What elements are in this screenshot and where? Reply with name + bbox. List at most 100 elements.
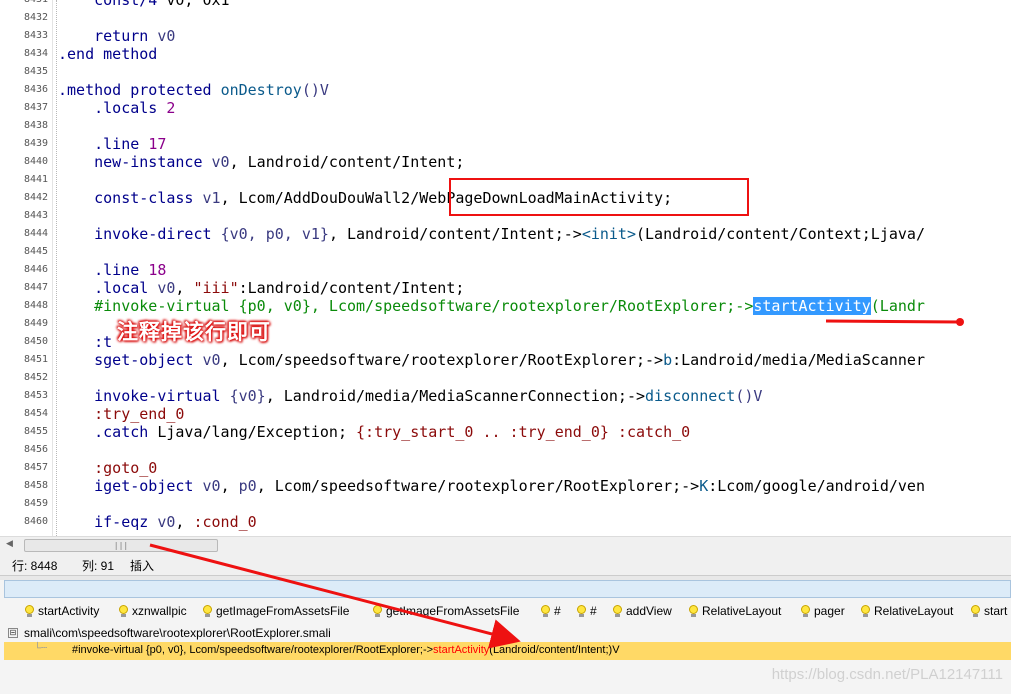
search-tab-label: getImageFromAssetsFile [386,604,520,618]
code-token: .method protected [58,81,221,99]
code-line[interactable]: .method protected onDestroy()V [58,81,329,99]
code-token: v0 [157,279,176,297]
code-token: {:try_start_0 .. :try_end_0} :catch_0 [356,423,691,441]
lightbulb-icon [688,605,698,617]
search-tab-label: # [554,604,561,618]
code-token: :goto_0 [94,459,158,477]
code-token: v0 [157,27,176,45]
line-number: 8447 [24,282,49,293]
lightbulb-icon [970,605,980,617]
search-tab[interactable]: start [970,604,1007,618]
code-token: .locals [94,99,167,117]
code-token: v0 [202,351,221,369]
search-tab-label: # [590,604,597,618]
code-token: .catch [94,423,158,441]
search-tab[interactable]: # [576,604,597,618]
code-token: disconnect [645,387,736,405]
line-number: 8449 [24,318,49,329]
code-token: return [94,27,158,45]
search-tab[interactable]: # [540,604,561,618]
code-token: , [175,279,194,297]
line-number: 8440 [24,156,49,167]
search-tab-label: addView [626,604,672,618]
line-number: 8459 [24,498,49,509]
code-token: , Lcom/speedsoftware/rootexplorer/RootEx… [256,477,700,495]
code-line[interactable]: .line 18 [58,261,166,279]
code-line[interactable]: #invoke-virtual {p0, v0}, Lcom/speedsoft… [58,297,925,315]
code-token: .end method [58,45,158,63]
line-number: 8439 [24,138,49,149]
line-number: 8437 [24,102,49,113]
code-token: , Lcom/speedsoftware/rootexplorer/RootEx… [220,351,664,369]
search-results-panel: startActivity xznwallpic getImageFromAsset… [0,580,1011,694]
scroll-thumb[interactable]: ||| [24,539,218,552]
line-number: 8446 [24,264,49,275]
code-line[interactable]: iget-object v0, p0, Lcom/speedsoftware/r… [58,477,925,495]
code-token: K [699,477,709,495]
code-token: new-instance [94,153,212,171]
code-line[interactable]: new-instance v0, Landroid/content/Intent… [58,153,464,171]
watermark: https://blog.csdn.net/PLA12147111 [771,666,1003,683]
lightbulb-icon [540,605,550,617]
code-line[interactable]: :t [58,333,112,351]
horizontal-scrollbar[interactable]: ◀ ||| [0,536,1011,554]
code-line[interactable]: const/4 v0, 0x1 [58,0,230,9]
code-token: Ljava/lang/Exception; [157,423,357,441]
search-tab[interactable]: RelativeLayout [688,604,781,618]
code-line[interactable]: .line 17 [58,135,166,153]
code-token: (Landr [870,297,925,315]
line-number-gutter: 8431 8432 8433 8434 8435 8436 8437 8438 8439 8440… [0,0,53,536]
code-token: , [220,477,239,495]
code-token: :Landroid/content/Intent; [238,279,465,297]
code-line[interactable]: if-eqz v0, :cond_0 [58,513,257,531]
search-tab[interactable]: xznwallpic [118,604,187,618]
search-tab[interactable]: getImageFromAssetsFile [372,604,519,618]
code-line[interactable]: invoke-direct {v0, p0, v1}, Landroid/con… [58,225,925,243]
code-token: .local [94,279,158,297]
code-token: sget-object [94,351,203,369]
code-token: 2 [166,99,176,117]
search-tab-label: start [984,604,1008,618]
line-number: 8442 [24,192,49,203]
line-number: 8436 [24,84,49,95]
code-token: :try_end_0 [94,405,185,423]
code-line[interactable]: :try_end_0 [58,405,184,423]
results-panel-header [4,580,1011,598]
code-token: v0, 0x1 [166,0,230,9]
search-tab[interactable]: pager [800,604,845,618]
search-result-row[interactable]: └┄ #invoke-virtual {p0, v0}, Lcom/speeds… [4,642,1011,660]
code-line[interactable]: .end method [58,45,157,63]
search-tab[interactable]: RelativeLayout [860,604,953,618]
code-line[interactable]: return v0 [58,27,175,45]
lightbulb-icon [612,605,622,617]
result-line-text: #invoke-virtual {p0, v0}, Lcom/speedsoft… [72,644,620,656]
search-tab[interactable]: startActivity [24,604,99,618]
status-column: 列: 91 [82,559,115,573]
code-line[interactable]: .catch Ljava/lang/Exception; {:try_start… [58,423,690,441]
code-token: .line [94,135,149,153]
code-token: v1 [202,189,221,207]
code-editor[interactable]: 8431 8432 8433 8434 8435 8436 8437 8438 8439 8440… [0,0,1011,536]
code-line[interactable]: sget-object v0, Lcom/speedsoftware/roote… [58,351,925,369]
line-number: 8441 [24,174,49,185]
code-line[interactable]: :goto_0 [58,459,157,477]
search-tab[interactable]: addView [612,604,672,618]
lightbulb-icon [800,605,810,617]
code-line[interactable]: .locals 2 [58,99,175,117]
code-line[interactable]: invoke-virtual {v0}, Landroid/media/Medi… [58,387,762,405]
lightbulb-icon [24,605,34,617]
result-file-node[interactable]: ⊟ smali\com\speedsoftware\rootexplorer\R… [8,625,331,641]
code-token: ()V [735,387,763,405]
code-line[interactable]: .local v0, "iii":Landroid/content/Intent… [58,279,464,297]
collapse-icon[interactable]: ⊟ [8,628,18,638]
scroll-left-arrow-icon[interactable]: ◀ [6,539,13,549]
search-tab[interactable]: getImageFromAssetsFile [202,604,349,618]
